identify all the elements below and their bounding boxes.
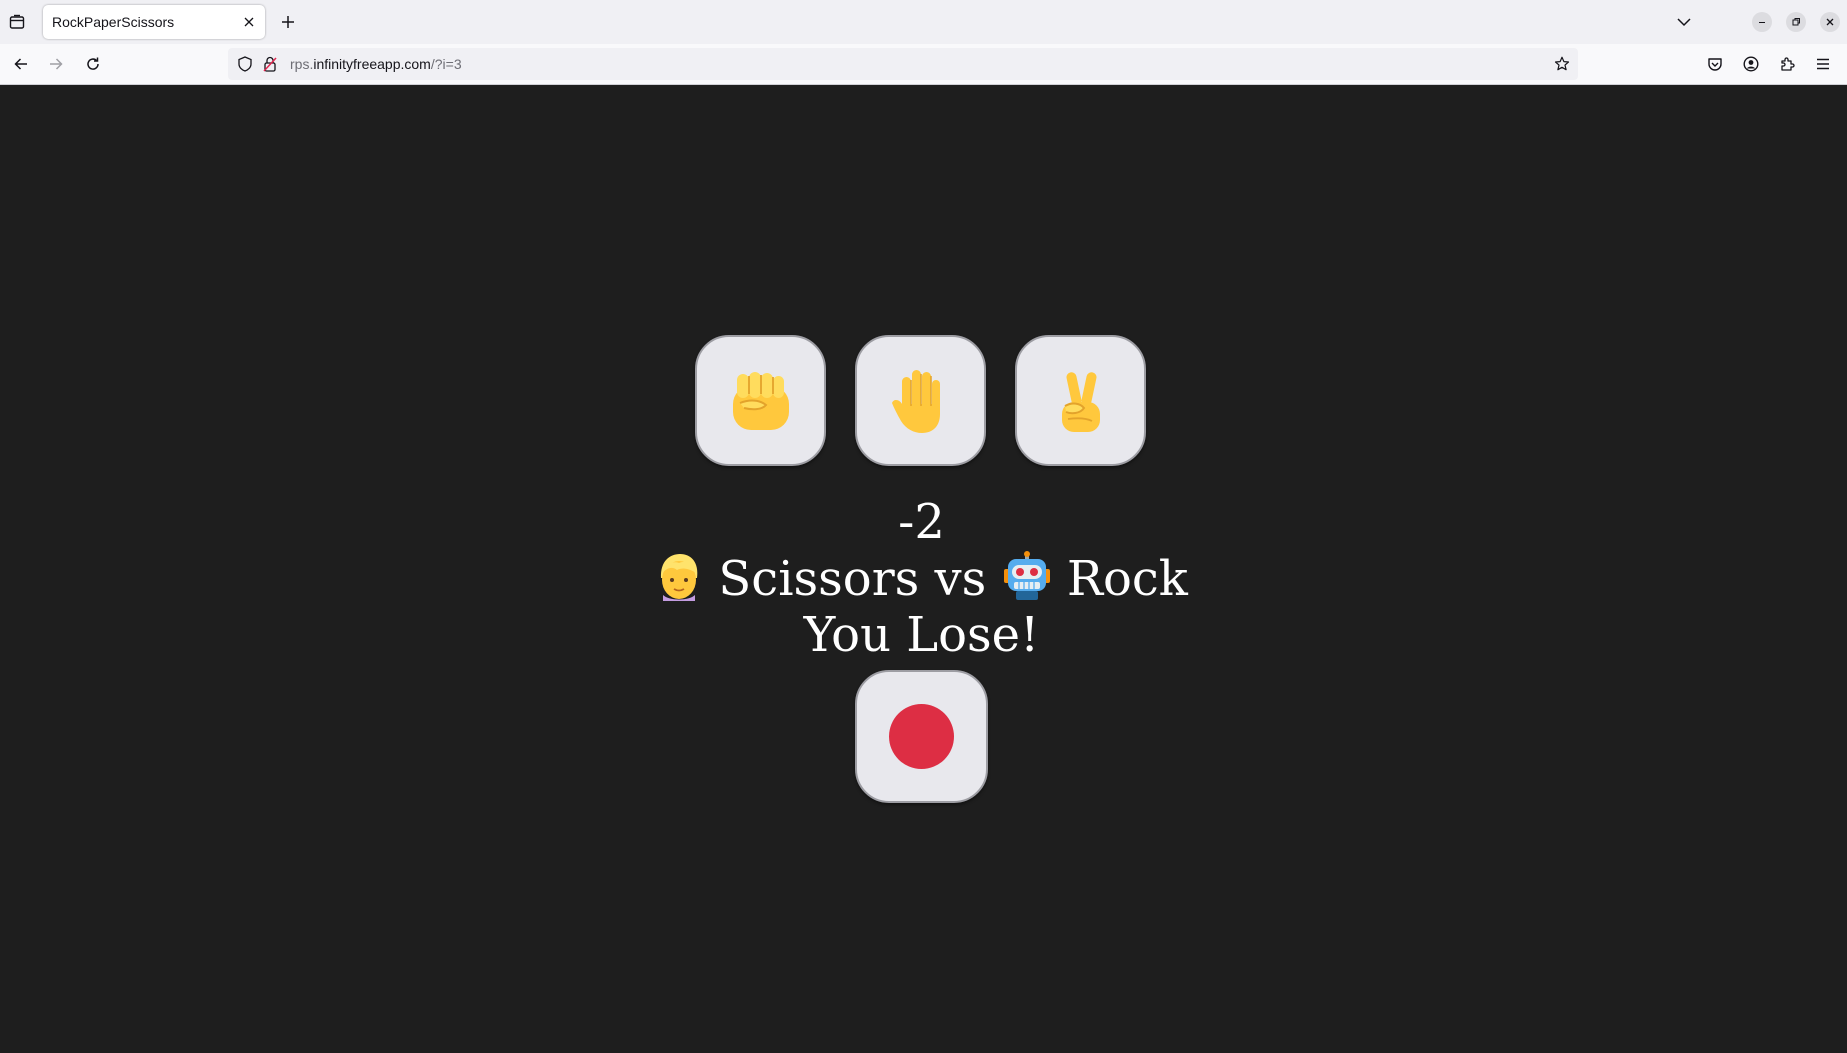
robot-icon	[1002, 551, 1052, 613]
restore-button[interactable]	[1786, 12, 1806, 32]
navigation-toolbar: rps.infinityfreeapp.com/?i=3	[0, 44, 1847, 85]
back-button[interactable]	[7, 50, 35, 78]
arrow-left-icon	[14, 58, 27, 70]
tab-strip: RockPaperScissors	[0, 0, 1847, 44]
extensions-button[interactable]	[1773, 50, 1801, 78]
game-page: -2 Scissors vs Rock You Lose!	[0, 85, 1847, 1053]
tab-close-button[interactable]	[239, 12, 259, 32]
pocket-icon	[1708, 58, 1722, 71]
list-all-tabs-button[interactable]	[1671, 9, 1697, 35]
raised-fist-icon	[732, 371, 789, 430]
hamburger-menu-icon	[1817, 58, 1829, 70]
url-text[interactable]: rps.infinityfreeapp.com/?i=3	[290, 56, 462, 72]
cpu-choice: Rock	[1066, 551, 1188, 607]
restore-icon	[1792, 18, 1800, 26]
puzzle-icon	[1781, 57, 1795, 71]
url-path: /?i=3	[430, 56, 462, 72]
arrow-right-icon	[50, 58, 63, 70]
star-icon	[1554, 56, 1570, 71]
matchup-line: Scissors vs Rock	[0, 551, 1843, 613]
new-tab-button[interactable]	[276, 10, 300, 34]
bookmark-star-button[interactable]	[1552, 54, 1572, 74]
vs-text: vs	[934, 551, 987, 607]
chevron-down-icon	[1677, 18, 1691, 27]
account-button[interactable]	[1737, 50, 1765, 78]
insecure-lock-icon[interactable]	[262, 56, 278, 72]
result-text: You Lose!	[803, 607, 1040, 663]
person-blond-hair-icon	[655, 551, 703, 613]
raised-hand-icon	[891, 369, 940, 433]
plus-icon	[282, 16, 294, 28]
app-menu-button[interactable]	[1809, 50, 1837, 78]
player-choice: Scissors	[718, 551, 920, 607]
firefox-view-icon	[9, 14, 25, 29]
url-prefix: rps.	[290, 56, 314, 72]
scissors-button[interactable]	[1015, 335, 1146, 466]
active-tab[interactable]: RockPaperScissors	[43, 5, 265, 39]
url-domain: infinityfreeapp.com	[313, 56, 431, 72]
forward-button[interactable]	[42, 50, 70, 78]
firefox-view-button[interactable]	[4, 8, 30, 36]
reload-icon	[87, 57, 99, 70]
paper-button[interactable]	[855, 335, 986, 466]
address-bar[interactable]: rps.infinityfreeapp.com/?i=3	[228, 48, 1578, 80]
pocket-button[interactable]	[1701, 50, 1729, 78]
red-circle-icon	[889, 704, 954, 769]
score-value: -2	[898, 494, 945, 550]
record-button[interactable]	[855, 670, 988, 803]
tab-title: RockPaperScissors	[52, 14, 175, 30]
minimize-button[interactable]	[1752, 12, 1772, 32]
close-window-button[interactable]	[1820, 12, 1840, 32]
reload-button[interactable]	[79, 50, 107, 78]
tracking-protection-shield-icon[interactable]	[237, 56, 253, 72]
rock-button[interactable]	[695, 335, 826, 466]
close-window-icon	[1826, 18, 1834, 26]
account-icon	[1743, 56, 1759, 72]
victory-hand-icon	[1061, 371, 1100, 432]
close-icon	[244, 17, 254, 27]
minimize-icon	[1759, 22, 1765, 23]
